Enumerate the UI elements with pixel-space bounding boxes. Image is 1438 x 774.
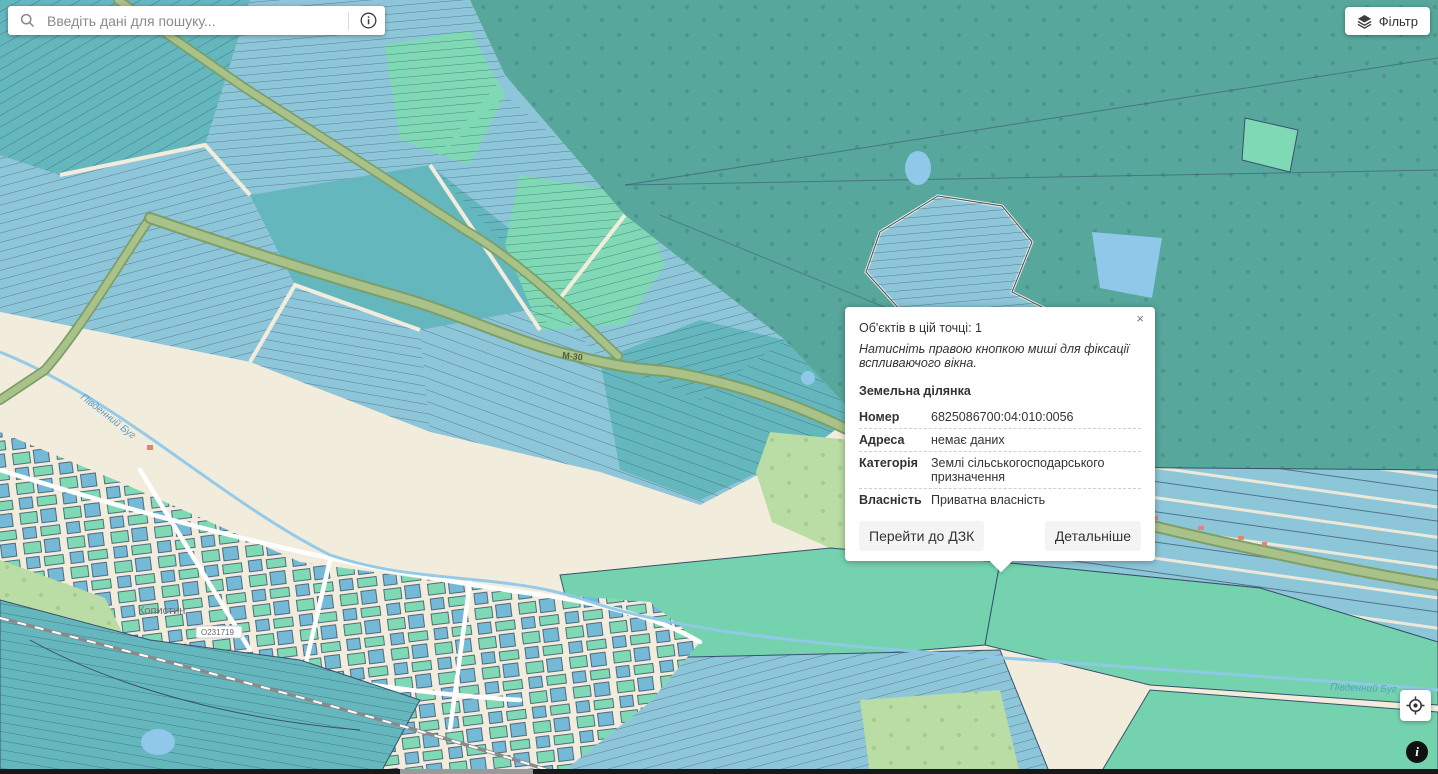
filter-button[interactable]: Фільтр [1345,7,1430,35]
pond-small [905,151,931,185]
row-value: Приватна власність [931,493,1141,507]
parcel-row-number: Номер 6825086700:04:010:0056 [859,406,1141,429]
road-number-badge: О231719 [201,628,234,637]
bottom-edge-gray-segment [400,769,533,774]
info-icon [360,12,377,29]
parcel-section-title: Земельна ділянка [859,384,1141,398]
search-icon [20,13,35,28]
parcel-row-category: Категорія Землі сільськогосподарського п… [859,452,1141,489]
layers-icon [1357,14,1372,29]
row-label: Власність [859,493,931,507]
parcel-info-popup: × Об'єктів в цій точці: 1 Натисніть прав… [845,307,1155,561]
settlement-label: Копистин [138,605,185,617]
objects-count-line: Об'єктів в цій точці: 1 [859,321,1141,335]
river-label-2: Південний Буг [1330,682,1397,695]
search-input[interactable] [45,12,346,30]
map-info-button[interactable]: i [1406,741,1428,763]
row-label: Адреса [859,433,931,447]
goto-dzk-button[interactable]: Перейти до ДЗК [859,521,984,551]
parcel-row-address: Адреса немає даних [859,429,1141,452]
map-canvas[interactable]: Південний Буг Південний Буг М-30 Кописти… [0,0,1438,774]
search-info-button[interactable] [351,6,385,35]
row-value: немає даних [931,433,1141,447]
row-value: 6825086700:04:010:0056 [931,410,1141,424]
parcel-row-ownership: Власність Приватна власність [859,489,1141,511]
popup-buttons: Перейти до ДЗК Детальніше [859,521,1141,551]
divider [348,12,349,30]
locate-crosshair-icon [1406,696,1425,715]
pin-hint-line: Натисніть правою кнопкою миші для фіксац… [859,342,1141,370]
row-label: Номер [859,410,931,424]
close-icon[interactable]: × [1132,310,1148,327]
filter-button-label: Фільтр [1379,14,1418,29]
details-button[interactable]: Детальніше [1045,521,1141,551]
row-value: Землі сільськогосподарського призначення [931,456,1141,484]
bottom-edge-bar [0,769,1438,774]
search-bar [8,6,385,35]
locate-button[interactable] [1400,690,1431,721]
row-label: Категорія [859,456,931,484]
pond [1092,232,1162,298]
